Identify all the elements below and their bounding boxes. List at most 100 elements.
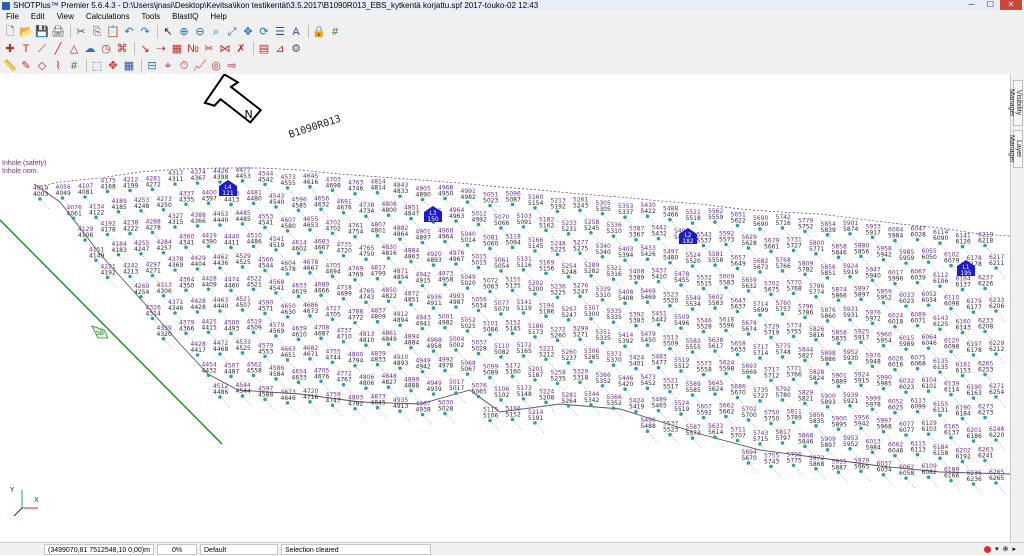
copy-icon[interactable]: ⎘ [90,25,104,39]
split-icon[interactable]: ✂ [202,42,216,56]
blast-hole[interactable]: 42214192 [101,264,118,289]
merge-icon[interactable]: ⋈ [218,42,232,56]
blast-hole[interactable]: 45214507 [236,296,253,322]
blast-hole[interactable]: 55625559 [708,208,726,234]
blast-hole[interactable]: 52145191 [528,409,546,435]
blast-hole[interactable]: 52765247 [573,282,591,308]
pattern-icon[interactable]: ▦ [170,42,184,56]
text-size-icon[interactable]: A [289,25,303,39]
blast-hole[interactable]: 59155887 [832,458,849,484]
blast-hole[interactable]: 49924978 [438,357,456,382]
triangle-icon[interactable]: △ [67,42,81,56]
blast-hole[interactable]: 50014982 [438,314,456,339]
blast-hole[interactable]: 56385617 [708,337,726,363]
delete-tie-icon[interactable]: ✗ [234,42,248,56]
blast-hole[interactable]: 60676039 [911,269,928,294]
blast-hole[interactable]: 62196218 [978,232,996,257]
blast-hole[interactable]: 51555135 [506,276,523,302]
blast-hole[interactable]: 54965488 [641,417,658,443]
graph-icon[interactable]: 📈 [193,59,207,73]
menu-calculations[interactable]: Calculations [80,11,136,22]
lock-icon[interactable]: 🔒 [312,25,326,39]
blast-hole[interactable]: 56455624 [708,380,726,406]
blast-hole[interactable]: 62336208 [978,318,996,343]
grid-icon[interactable]: # [67,59,81,73]
blast-hole[interactable]: 46824671 [303,345,321,370]
blast-hole[interactable]: 57555743 [764,452,782,478]
save-icon[interactable]: 💾 [35,25,49,39]
sim-icon[interactable]: ◎ [209,59,223,73]
blast-hole[interactable]: 49684964 [438,228,456,253]
blast-hole[interactable]: 52995271 [573,325,591,351]
blast-hole[interactable]: 54305422 [641,202,658,228]
blast-hole[interactable]: 51725160 [506,362,523,388]
blast-hole[interactable]: 59245919 [843,263,861,288]
minimize-button[interactable]: ─ [962,0,981,10]
blast-hole[interactable]: 62656253 [978,361,996,386]
tab-layer-manager[interactable]: Layer Manager [1008,130,1023,168]
blast-hole[interactable]: 62656265 [989,469,1007,495]
blast-hole[interactable]: 51155106 [483,406,501,432]
blast-hole[interactable]: 59795965 [854,457,872,483]
tie-icon[interactable]: ↘ [138,42,152,56]
blast-hole[interactable]: 55875573 [686,424,703,450]
blast-hole[interactable]: 44774453 [236,167,253,193]
cut-icon[interactable]: ✂ [74,25,88,39]
record-indicator-icon[interactable] [984,545,992,553]
redo-icon[interactable]: ↷ [138,25,152,39]
blast-hole[interactable]: 59395921 [843,392,861,417]
blast-hole[interactable]: 53445342 [584,391,602,416]
blast-hole[interactable]: 52815264 [562,392,579,417]
blast-hole[interactable]: 59535952 [843,435,861,460]
blast-hole[interactable]: 45124486 [213,383,231,409]
analysis-icon[interactable]: ⊿ [273,42,287,56]
blast-hole[interactable]: 45444544 [236,382,253,408]
blast-hole[interactable]: 56335614 [708,423,726,449]
menu-view[interactable]: View [51,11,80,22]
blast-hole[interactable]: 43394320 [157,325,174,350]
blast-hole[interactable]: 46454616 [303,173,321,198]
export-icon[interactable]: ⇨ [225,59,239,73]
blast-hole[interactable]: 45334525 [236,339,253,365]
layers-icon[interactable]: ☰ [273,25,287,39]
blast-hole[interactable]: 48374809 [371,308,388,333]
add-hole-icon[interactable]: ✚ [3,42,17,56]
map-icon[interactable]: ⌖ [161,59,175,73]
grid-icon[interactable]: # [328,25,342,39]
blast-hole[interactable]: 62636241 [978,447,996,472]
blast-hole[interactable]: 55375523 [663,421,681,446]
table-icon[interactable]: ▦ [122,59,136,73]
blast-hole[interactable]: 62736273 [978,404,996,429]
paste-icon[interactable]: 📋 [106,25,120,39]
zoom-extents-icon[interactable]: ⤢ [225,25,239,39]
blast-hole[interactable]: 50765065 [472,382,489,408]
blast-hole[interactable]: 48034782 [348,395,366,420]
blast-hole[interactable]: 59525930 [843,349,861,374]
drawing-canvas[interactable]: SB N B1090R013 4019 4003 4056 4049 4076 4061 4… [0,74,1010,542]
edit-icon[interactable]: ✎ [19,59,33,73]
blast-hole[interactable]: 45294525 [236,253,253,279]
status-mode-select[interactable]: Default [200,543,278,555]
blast-hole[interactable]: 48394833 [371,351,388,376]
blast-hole[interactable]: 52775275 [573,239,591,265]
blast-hole[interactable]: 58725868 [809,455,827,481]
open-icon[interactable]: 📂 [19,25,33,39]
undo-icon[interactable]: ↶ [122,25,136,39]
renumber-icon[interactable]: № [186,42,200,56]
blast-hole[interactable]: 46784667 [303,259,321,284]
blast-hole[interactable]: 48174799 [371,265,388,290]
blast-hole[interactable]: 49674938 [416,401,433,426]
zoom-window-icon[interactable]: ⌕ [209,25,223,39]
blast-hole[interactable]: 61156113 [911,441,928,466]
blast-hole[interactable]: 57925780 [776,386,793,412]
blast-hole[interactable]: 57755748 [776,343,793,369]
blast-hole[interactable]: 50965087 [506,190,523,216]
tab-visibility-manager[interactable]: Visibility Manager [1008,80,1023,126]
blast-hole[interactable]: 51665152 [506,405,523,431]
pan-icon[interactable]: ✥ [241,25,255,39]
blast-hole[interactable]: 49734958 [438,271,456,296]
section-icon[interactable]: ⊟ [145,59,159,73]
blast-hole[interactable]: 61136099 [911,398,928,423]
report-icon[interactable]: ▤ [257,42,271,56]
blast-hole[interactable]: 54695469 [641,288,658,314]
